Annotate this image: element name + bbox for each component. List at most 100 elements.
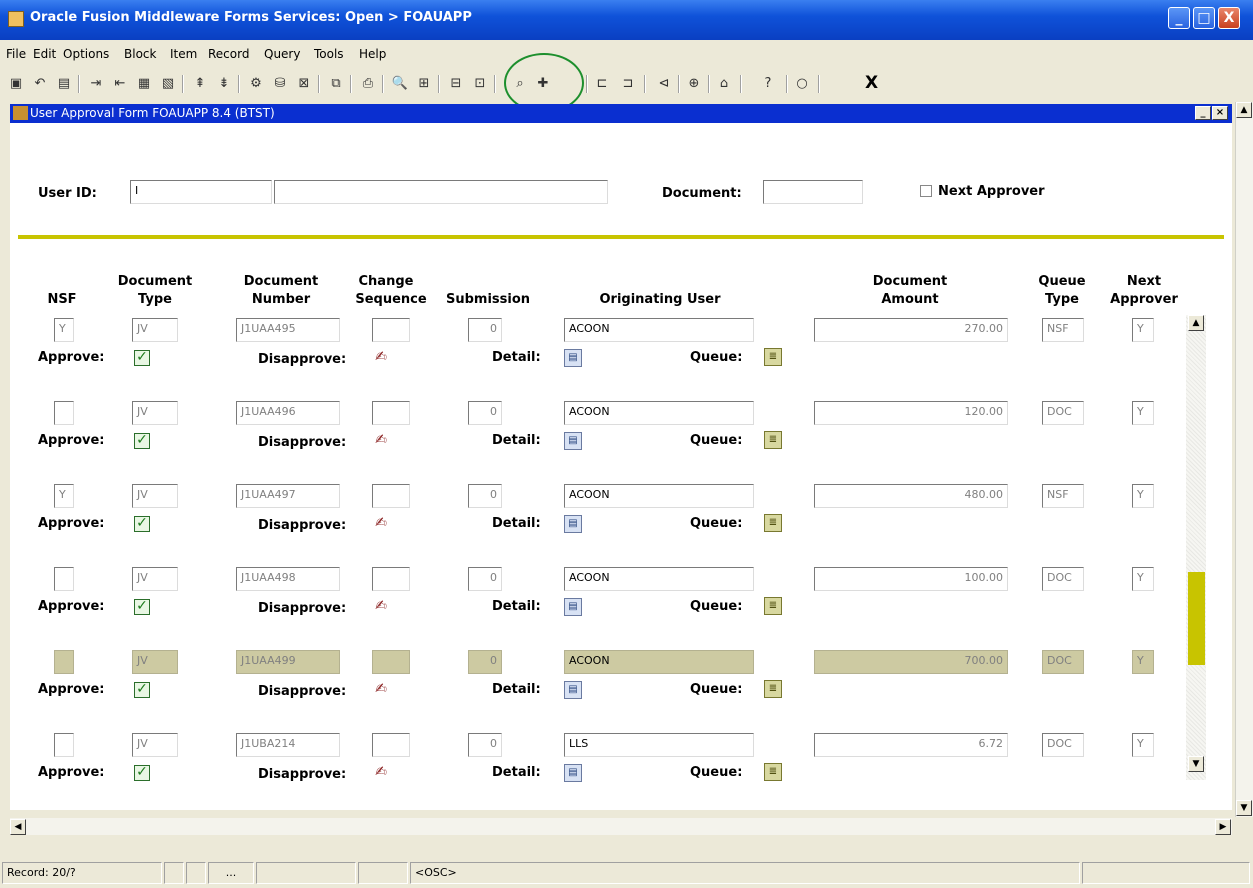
minimize-button[interactable]: _ — [1168, 7, 1190, 29]
doc-amount-field[interactable]: 700.00 — [814, 650, 1008, 674]
disapprove-icon[interactable]: ✍ — [372, 597, 390, 615]
originating-user-field[interactable]: LLS — [564, 733, 754, 757]
approve-checkbox-icon[interactable]: ✓ — [134, 765, 150, 781]
next-approver-field[interactable]: Y — [1132, 484, 1154, 508]
change-seq-field[interactable] — [372, 401, 410, 425]
nsf-field[interactable] — [54, 650, 74, 674]
menu-query[interactable]: Query — [264, 47, 300, 61]
database-icon[interactable]: ⛁ — [270, 74, 290, 94]
change-seq-field[interactable] — [372, 484, 410, 508]
submission-field[interactable]: 0 — [468, 318, 502, 342]
doc-type-field[interactable]: JV — [132, 567, 178, 591]
enter-query-icon[interactable]: 🔍 — [390, 74, 410, 94]
queue-type-field[interactable]: DOC — [1042, 567, 1084, 591]
detail-icon[interactable]: ▤ — [564, 764, 582, 782]
originating-user-field[interactable]: ACOON — [564, 318, 754, 342]
scroll-left-arrow-icon[interactable]: ◀ — [10, 819, 26, 835]
queue-type-field[interactable]: DOC — [1042, 650, 1084, 674]
document-field[interactable] — [763, 180, 863, 204]
print-document-icon[interactable]: ▤ — [54, 74, 74, 94]
submission-field[interactable]: 0 — [468, 567, 502, 591]
cancel-query-icon[interactable]: ⊠ — [294, 74, 314, 94]
form-close-button[interactable]: × — [1212, 106, 1228, 120]
lightbulb-icon[interactable]: ○ — [792, 74, 812, 94]
scroll-down-arrow-icon[interactable]: ▼ — [1236, 800, 1252, 816]
help-icon[interactable]: ? — [758, 74, 778, 94]
home-icon[interactable]: ⌂ — [714, 74, 734, 94]
queue-type-field[interactable]: DOC — [1042, 401, 1084, 425]
exit-button[interactable]: X — [865, 73, 878, 93]
records-scroll-thumb[interactable] — [1188, 572, 1205, 665]
doc-type-field[interactable]: JV — [132, 650, 178, 674]
next-approver-checkbox[interactable] — [920, 185, 932, 197]
options-icon[interactable]: ⚙ — [246, 74, 266, 94]
close-button[interactable]: X — [1218, 7, 1240, 29]
next-approver-field[interactable]: Y — [1132, 318, 1154, 342]
clear-block-icon[interactable]: ⊐ — [618, 74, 638, 94]
submission-field[interactable]: 0 — [468, 733, 502, 757]
doc-number-field[interactable]: J1UAA497 — [236, 484, 340, 508]
change-seq-field[interactable] — [372, 733, 410, 757]
doc-type-field[interactable]: JV — [132, 318, 178, 342]
queue-icon[interactable]: ≣ — [764, 597, 782, 615]
next-block-icon[interactable]: ⇥ — [86, 74, 106, 94]
user-id-field[interactable]: I — [130, 180, 272, 204]
nsf-field[interactable] — [54, 401, 74, 425]
next-approver-field[interactable]: Y — [1132, 650, 1154, 674]
disapprove-icon[interactable]: ✍ — [372, 348, 390, 366]
detail-icon[interactable]: ▤ — [564, 598, 582, 616]
doc-number-field[interactable]: J1UAA495 — [236, 318, 340, 342]
back-icon[interactable]: ⊲ — [654, 74, 674, 94]
nsf-field[interactable] — [54, 567, 74, 591]
disapprove-icon[interactable]: ✍ — [372, 680, 390, 698]
menu-help[interactable]: Help — [359, 47, 386, 61]
approve-checkbox-icon[interactable]: ✓ — [134, 350, 150, 366]
next-approver-field[interactable]: Y — [1132, 567, 1154, 591]
previous-block-icon[interactable]: ⇤ — [110, 74, 130, 94]
doc-number-field[interactable]: J1UAA498 — [236, 567, 340, 591]
save-icon[interactable]: ▣ — [6, 74, 26, 94]
doc-type-field[interactable]: JV — [132, 401, 178, 425]
remove-record-icon[interactable]: ⊟ — [446, 74, 466, 94]
menu-item[interactable]: Item — [170, 47, 197, 61]
doc-type-field[interactable]: JV — [132, 484, 178, 508]
disapprove-icon[interactable]: ✍ — [372, 431, 390, 449]
next-approver-field[interactable]: Y — [1132, 401, 1154, 425]
queue-type-field[interactable]: NSF — [1042, 484, 1084, 508]
form-minimize-button[interactable]: _ — [1195, 106, 1211, 120]
queue-type-field[interactable]: NSF — [1042, 318, 1084, 342]
records-scroll-up-icon[interactable]: ▲ — [1188, 315, 1204, 331]
next-approver-field[interactable]: Y — [1132, 733, 1154, 757]
clear-form-icon[interactable]: ⊏ — [592, 74, 612, 94]
menu-edit[interactable]: Edit — [33, 47, 56, 61]
duplicate-record-icon[interactable]: ⊡ — [470, 74, 490, 94]
doc-number-field[interactable]: J1UBA214 — [236, 733, 340, 757]
doc-type-field[interactable]: JV — [132, 733, 178, 757]
doc-amount-field[interactable]: 480.00 — [814, 484, 1008, 508]
doc-number-field[interactable]: J1UAA499 — [236, 650, 340, 674]
nsf-field[interactable]: Y — [54, 318, 74, 342]
detail-icon[interactable]: ▤ — [564, 349, 582, 367]
queue-type-field[interactable]: DOC — [1042, 733, 1084, 757]
submission-field[interactable]: 0 — [468, 401, 502, 425]
detail-icon[interactable]: ▤ — [564, 681, 582, 699]
originating-user-field[interactable]: ACOON — [564, 567, 754, 591]
user-name-field[interactable] — [274, 180, 608, 204]
queue-icon[interactable]: ≣ — [764, 514, 782, 532]
change-seq-field[interactable] — [372, 567, 410, 591]
submission-field[interactable]: 0 — [468, 650, 502, 674]
maximize-button[interactable]: □ — [1193, 7, 1215, 29]
rollback-icon[interactable]: ↶ — [30, 74, 50, 94]
change-seq-field[interactable] — [372, 650, 410, 674]
menu-block[interactable]: Block — [124, 47, 156, 61]
originating-user-field[interactable]: ACOON — [564, 484, 754, 508]
nsf-field[interactable]: Y — [54, 484, 74, 508]
originating-user-field[interactable]: ACOON — [564, 650, 754, 674]
first-record-icon[interactable]: ⇞ — [190, 74, 210, 94]
records-scroll-down-icon[interactable]: ▼ — [1188, 756, 1204, 772]
block-icon[interactable]: ▦ — [134, 74, 154, 94]
last-record-icon[interactable]: ⇟ — [214, 74, 234, 94]
print-icon[interactable]: ⎙ — [358, 74, 378, 94]
scroll-up-arrow-icon[interactable]: ▲ — [1236, 102, 1252, 118]
doc-amount-field[interactable]: 270.00 — [814, 318, 1008, 342]
